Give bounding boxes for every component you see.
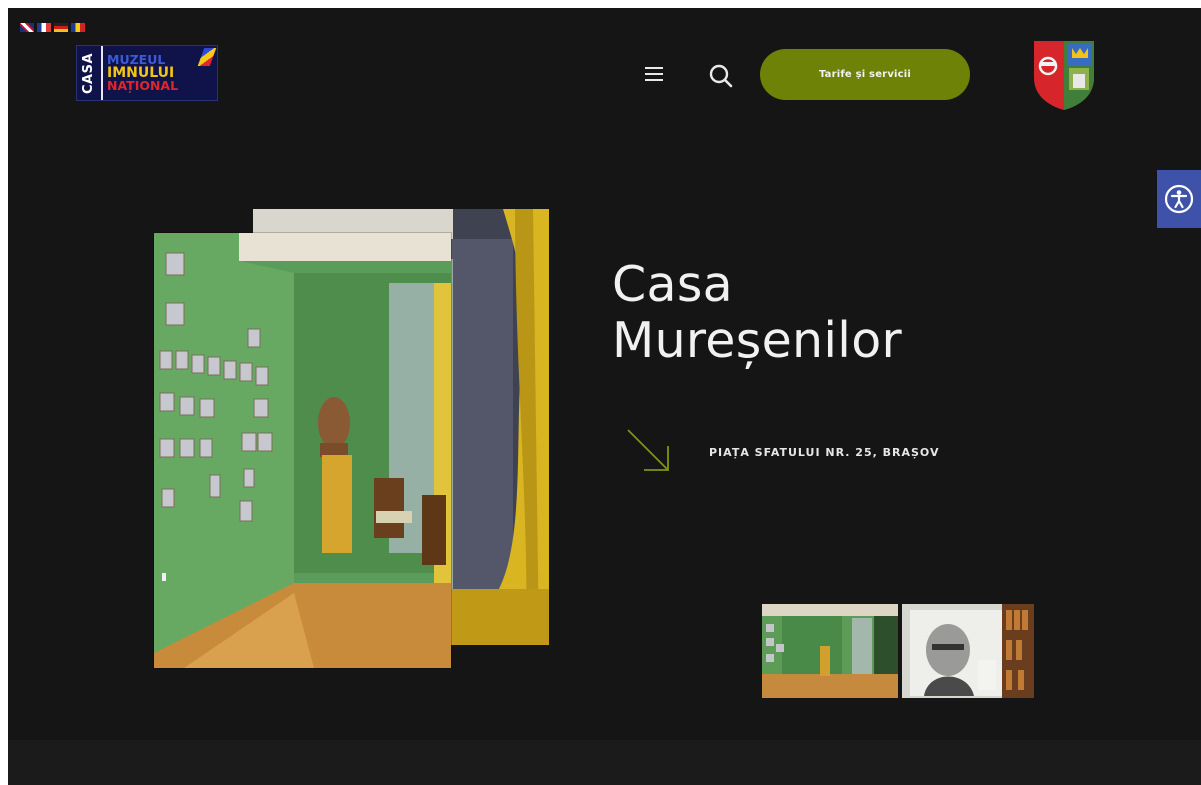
- language-selector: [20, 23, 85, 32]
- museum-photo-green-room: [154, 233, 451, 668]
- logo-tricolor-mark: [197, 48, 217, 66]
- hamburger-menu-icon[interactable]: [643, 64, 667, 84]
- accessibility-icon: [1164, 184, 1194, 214]
- site-logo[interactable]: CASA MUZEUL IMNULUI NAȚIONAL: [76, 45, 218, 101]
- logo-casa-text: CASA: [81, 52, 97, 94]
- flag-fr-icon[interactable]: [37, 23, 51, 32]
- flag-de-icon[interactable]: [54, 23, 68, 32]
- logo-wordmark: MUZEUL IMNULUI NAȚIONAL: [103, 53, 179, 93]
- title-line-2: Mureșenilor: [612, 312, 902, 369]
- coat-of-arms-icon[interactable]: [1031, 38, 1097, 112]
- accessibility-button[interactable]: [1157, 170, 1201, 228]
- gallery-thumbnail[interactable]: [902, 604, 1034, 698]
- tariffs-services-button[interactable]: Tarife și servicii: [760, 49, 970, 100]
- gallery-thumbnail[interactable]: [762, 604, 898, 698]
- search-icon[interactable]: [707, 62, 735, 90]
- page-title: Casa Mureșenilor: [612, 257, 1032, 369]
- flag-en-icon[interactable]: [20, 23, 34, 32]
- arrow-down-right-icon: [624, 426, 674, 476]
- logo-casa-block: CASA: [77, 46, 103, 100]
- title-line-1: Casa: [612, 256, 733, 313]
- next-section: [8, 740, 1201, 785]
- page: CASA MUZEUL IMNULUI NAȚIONAL Tarife și s…: [0, 0, 1201, 785]
- flag-ro-icon[interactable]: [71, 23, 85, 32]
- logo-line-3: NAȚIONAL: [107, 78, 179, 93]
- museum-address: PIAȚA SFATULUI NR. 25, BRAȘOV: [709, 446, 940, 459]
